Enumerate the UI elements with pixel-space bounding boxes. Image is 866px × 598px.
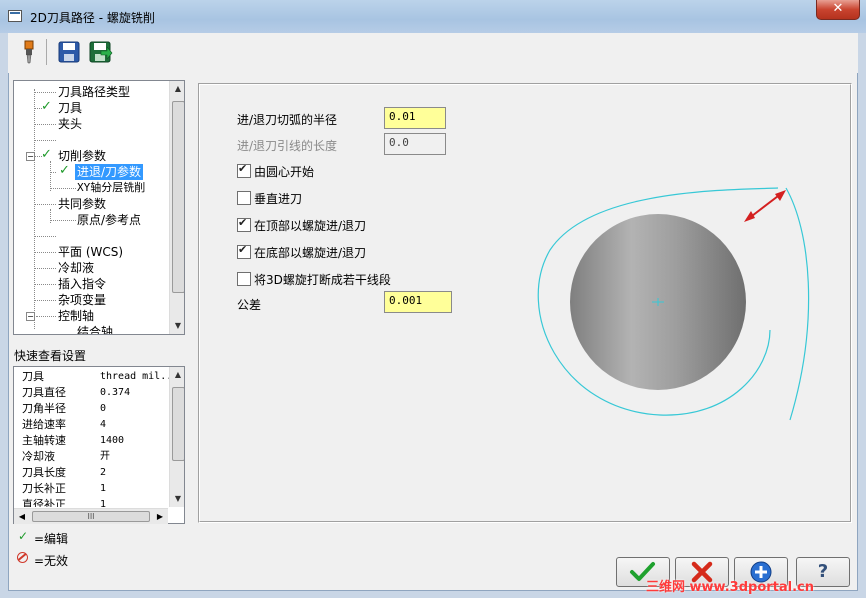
helix-path (785, 187, 810, 421)
scroll-thumb[interactable]: III (32, 511, 150, 522)
parameter-tree: 刀具路径类型 ✓ 刀具 夹头 ✓ − 切削参数 ✓ 进退/刀参数 XY轴分层铣削… (13, 80, 185, 335)
vertical-entry-checkbox[interactable] (237, 191, 251, 205)
window-title: 2D刀具路径 - 螺旋铣削 (30, 11, 155, 25)
tree-item-entry-exit[interactable]: 进退/刀参数 (75, 164, 144, 180)
scroll-down-arrow[interactable]: ▼ (170, 318, 184, 334)
quick-view-title: 快速查看设置 (14, 349, 87, 363)
scroll-up-arrow[interactable]: ▲ (170, 81, 184, 97)
qv-label: 刀角半径 (22, 402, 66, 415)
tree-item-coolant[interactable]: 冷却液 (58, 260, 94, 276)
qv-scrollbar[interactable]: ▲ ▼ (169, 367, 184, 507)
close-button[interactable]: ✕ (816, 0, 860, 20)
tool-icon[interactable] (16, 39, 42, 65)
tree-item-common[interactable]: 共同参数 (58, 196, 106, 212)
top-helix-label: 在顶部以螺旋进/退刀 (254, 219, 367, 233)
qv-value: 开 (100, 451, 110, 462)
qv-label: 直径补正 (22, 498, 66, 507)
save-icon[interactable] (56, 39, 82, 65)
break-3d-checkbox[interactable] (237, 272, 251, 286)
tolerance-field[interactable]: 0.001 (384, 291, 452, 313)
edit-check-icon: ✓ (18, 529, 29, 543)
toolbar (8, 33, 858, 73)
check-icon: ✓ (41, 147, 52, 162)
legend-edit-label: =编辑 (34, 532, 69, 546)
invalid-icon (17, 552, 28, 563)
helix-illustration (537, 187, 810, 421)
vertical-entry-label: 垂直进刀 (254, 192, 303, 206)
collapse-toggle[interactable]: − (26, 152, 35, 161)
qv-value: 1 (100, 483, 107, 494)
check-icon: ✓ (59, 163, 70, 178)
tolerance-label: 公差 (237, 298, 262, 312)
tree-item-insert[interactable]: 插入指令 (58, 276, 106, 292)
tree-item-combo-axis[interactable]: 结合轴 (77, 324, 113, 334)
tree-item-axis-control[interactable]: 控制轴 (58, 308, 94, 324)
qv-label: 刀具长度 (22, 466, 66, 479)
from-center-checkbox[interactable] (237, 162, 251, 178)
quick-view-list: 刀具 thread mil.. 刀具直径 0.374 刀角半径 0 进给速率 4… (13, 366, 185, 524)
tree-item-toolpath-type[interactable]: 刀具路径类型 (58, 84, 130, 100)
watermark: 三维网 www.3dportal.cn (646, 580, 815, 595)
qv-label: 刀长补正 (22, 482, 66, 495)
tree-item-xy-steps[interactable]: XY轴分层铣削 (77, 180, 145, 196)
toolbar-separator (46, 39, 47, 65)
arc-radius-field[interactable]: 0.01 (384, 107, 446, 129)
qv-value: 1 (100, 499, 107, 507)
check-icon: ✓ (41, 99, 52, 114)
qv-value: 2 (100, 467, 107, 478)
scroll-thumb[interactable] (172, 101, 184, 293)
qv-label: 冷却液 (22, 450, 55, 463)
legend-invalid-label: =无效 (34, 554, 69, 568)
break-3d-label: 将3D螺旋打断成若干线段 (254, 273, 391, 287)
qv-value: thread mil.. (100, 371, 173, 382)
scroll-up-arrow[interactable]: ▲ (170, 367, 184, 383)
qv-value: 0 (100, 403, 107, 414)
bottom-helix-label: 在底部以螺旋进/退刀 (254, 246, 367, 260)
tree-item-holder[interactable]: 夹头 (58, 116, 82, 132)
from-center-label: 由圆心开始 (254, 165, 315, 179)
window-icon (8, 10, 22, 22)
save-as-icon[interactable] (87, 39, 113, 65)
qv-label: 主轴转速 (22, 434, 66, 447)
lead-length-label: 进/退刀引线的长度 (237, 139, 338, 153)
tree-item-home-ref[interactable]: 原点/参考点 (77, 212, 141, 228)
qv-label: 刀具直径 (22, 386, 66, 399)
tree-item-cut-params[interactable]: 切削参数 (58, 148, 106, 164)
tree-item-misc[interactable]: 杂项变量 (58, 292, 106, 308)
qv-hscrollbar[interactable]: ◀ III ▶ (14, 508, 168, 524)
collapse-toggle[interactable]: − (26, 312, 35, 321)
qv-value: 0.374 (100, 387, 131, 398)
top-helix-checkbox[interactable] (237, 216, 251, 232)
scroll-thumb[interactable] (172, 387, 184, 461)
arc-radius-label: 进/退刀切弧的半径 (237, 113, 338, 127)
qv-value: 1400 (100, 435, 125, 446)
bottom-helix-checkbox[interactable] (237, 243, 251, 259)
scroll-right-arrow[interactable]: ▶ (152, 509, 168, 524)
qv-value: 4 (100, 419, 107, 430)
tree-scrollbar[interactable]: ▲ ▼ (169, 81, 184, 334)
lead-length-field[interactable]: 0.0 (384, 133, 446, 155)
qv-label: 进给速率 (22, 418, 66, 431)
scroll-left-arrow[interactable]: ◀ (14, 509, 30, 524)
tree-item-plane[interactable]: 平面 (WCS) (58, 244, 123, 260)
tree-item-tool[interactable]: 刀具 (58, 100, 82, 116)
scroll-down-arrow[interactable]: ▼ (170, 491, 184, 507)
qv-label: 刀具 (22, 370, 44, 383)
